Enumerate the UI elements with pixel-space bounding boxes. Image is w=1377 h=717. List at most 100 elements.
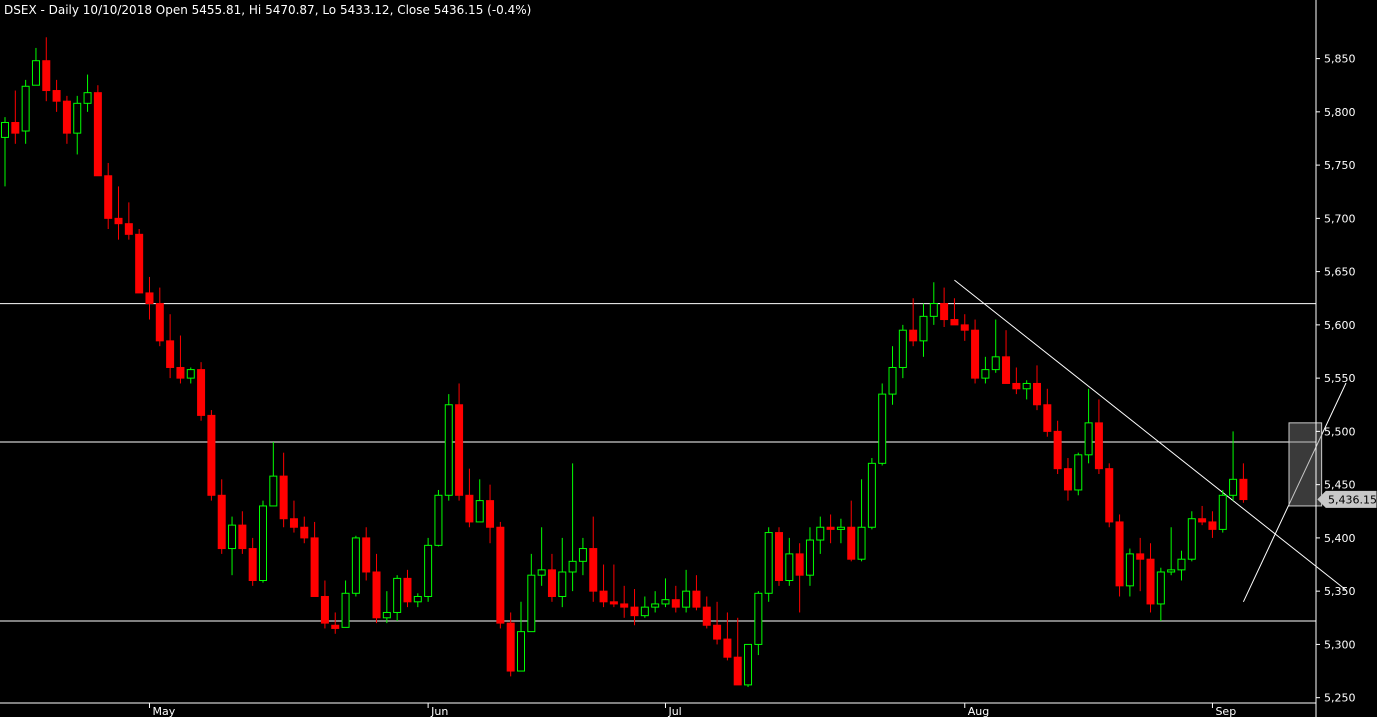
candle-body-down bbox=[93, 92, 102, 177]
candle-body-down bbox=[135, 233, 144, 294]
y-tick-label: 5,750 bbox=[1324, 159, 1356, 172]
candle-body-up bbox=[1125, 553, 1134, 587]
candle-body-down bbox=[176, 366, 185, 379]
y-tick-label: 5,450 bbox=[1324, 479, 1356, 492]
candle-body-up bbox=[785, 553, 794, 582]
candle-body-up bbox=[83, 92, 92, 104]
candle-body-down bbox=[1146, 558, 1155, 605]
candle-body-up bbox=[981, 369, 990, 379]
candle-body-down bbox=[589, 548, 598, 592]
candle-body-up bbox=[991, 356, 1000, 371]
y-tick-label: 5,550 bbox=[1324, 372, 1356, 385]
candle-body-down bbox=[455, 404, 464, 496]
candle-body-down bbox=[145, 292, 154, 305]
candle-body-up bbox=[1218, 494, 1227, 530]
candle-body-down bbox=[1239, 478, 1248, 501]
candle-body-up bbox=[537, 569, 546, 576]
candle-body-up bbox=[424, 544, 433, 597]
candle-body-up bbox=[1177, 558, 1186, 571]
candle-body-down bbox=[599, 590, 608, 603]
candle-body-down bbox=[733, 656, 742, 686]
candle-body-down bbox=[1063, 468, 1072, 491]
candle-body-down bbox=[547, 569, 556, 597]
candle-body-down bbox=[609, 601, 618, 605]
candle-body-up bbox=[527, 574, 536, 633]
candle-body-down bbox=[713, 624, 722, 640]
candle-body-up bbox=[929, 303, 938, 317]
candlestick-chart[interactable]: 5,250 5,300 5,350 5,400 5,450 5,500 5,550 5,600… bbox=[0, 0, 1377, 717]
candle-body-down bbox=[104, 175, 113, 219]
candle-body-down bbox=[42, 60, 51, 92]
candle-body-down bbox=[1136, 553, 1145, 560]
candle-body-down bbox=[217, 494, 226, 550]
x-tick-label: Sep bbox=[1215, 705, 1236, 717]
candle-body-up bbox=[186, 369, 195, 379]
candle-body-up bbox=[73, 102, 82, 134]
candle-body-up bbox=[444, 404, 453, 496]
candle-body-down bbox=[1094, 422, 1103, 470]
candle-body-down bbox=[1002, 356, 1011, 384]
candle-body-up bbox=[568, 560, 577, 573]
time-axis: MayJunJulAugSepOct bbox=[148, 703, 1236, 717]
candle-body-down bbox=[960, 324, 969, 331]
candle-body-down bbox=[775, 532, 783, 582]
candle-body-down bbox=[826, 526, 835, 530]
candle-body-down bbox=[124, 223, 133, 235]
candle-body-down bbox=[909, 329, 918, 342]
candle-body-up bbox=[640, 606, 649, 617]
candle-body-up bbox=[21, 85, 30, 132]
candle-body-down bbox=[207, 414, 216, 496]
last-price-marker: 5,436.15 bbox=[1317, 490, 1377, 508]
candle-body-down bbox=[506, 622, 515, 672]
candle-body-down bbox=[52, 90, 61, 102]
candle-body-down bbox=[671, 599, 680, 608]
candle-body-up bbox=[382, 611, 391, 619]
candle-body-up bbox=[857, 526, 866, 560]
candle-body-up bbox=[867, 462, 876, 528]
candle-body-up bbox=[558, 571, 567, 597]
highlight-box bbox=[1288, 422, 1323, 507]
candle-body-up bbox=[475, 500, 484, 523]
candle-body-down bbox=[320, 595, 329, 624]
candle-body-up bbox=[1, 121, 9, 138]
candle-body-down bbox=[723, 638, 732, 658]
candle-body-up bbox=[351, 537, 360, 594]
candle-body-down bbox=[300, 526, 309, 539]
candle-body-down bbox=[1208, 521, 1217, 530]
candle-body-up bbox=[878, 393, 887, 464]
candle-body-up bbox=[517, 631, 525, 672]
candle-body-down bbox=[1043, 404, 1052, 432]
y-tick-label: 5,300 bbox=[1324, 638, 1356, 651]
y-tick-label: 5,600 bbox=[1324, 319, 1356, 332]
candle-body-up bbox=[578, 548, 587, 562]
candle-body-down bbox=[197, 369, 206, 416]
candle-body-up bbox=[764, 532, 773, 594]
candle-body-down bbox=[620, 603, 629, 608]
candle-body-up bbox=[898, 329, 907, 368]
candle-body-down bbox=[362, 537, 371, 573]
candle-body-down bbox=[166, 340, 175, 368]
y-tick-label: 5,350 bbox=[1324, 585, 1356, 598]
x-tick-label: May bbox=[152, 705, 175, 717]
candle-body-down bbox=[1053, 430, 1062, 470]
candle-body-down bbox=[11, 121, 20, 134]
candle-body-down bbox=[486, 500, 495, 528]
candle-body-down bbox=[62, 100, 71, 134]
candle-body-down bbox=[372, 571, 381, 619]
x-tick-label: Aug bbox=[968, 705, 989, 717]
price-axis: 5,250 5,300 5,350 5,400 5,450 5,500 5,550 5,600… bbox=[1316, 53, 1356, 705]
candle-body-down bbox=[155, 303, 164, 342]
y-tick-label: 5,250 bbox=[1324, 692, 1356, 705]
y-tick-label: 5,400 bbox=[1324, 532, 1356, 545]
x-tick-label: Jul bbox=[667, 705, 681, 717]
candle-body-up bbox=[393, 577, 402, 613]
candle-body-down bbox=[238, 524, 247, 550]
candle-body-up bbox=[661, 599, 670, 605]
candle-body-down bbox=[795, 553, 804, 576]
candle-body-down bbox=[1012, 382, 1021, 390]
candle-body-up bbox=[1156, 571, 1165, 605]
candle-body-up bbox=[805, 539, 814, 576]
candle-body-up bbox=[888, 366, 897, 395]
candle-body-up bbox=[1022, 382, 1031, 390]
candle-body-up bbox=[754, 592, 763, 645]
